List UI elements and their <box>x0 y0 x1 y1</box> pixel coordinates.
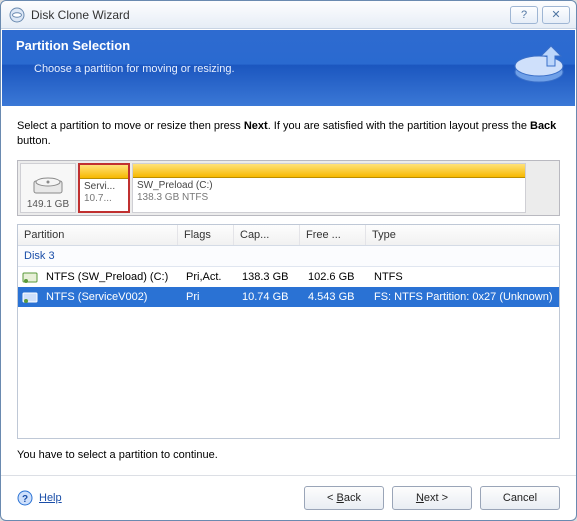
wizard-window: Disk Clone Wizard ? ✕ Partition Selectio… <box>0 0 577 521</box>
next-button[interactable]: Next > <box>392 486 472 510</box>
partition-table: Partition Flags Cap... Free ... Type Dis… <box>17 224 560 439</box>
hdd-icon <box>33 175 63 197</box>
col-flags[interactable]: Flags <box>178 225 234 245</box>
wizard-header: Partition Selection Choose a partition f… <box>2 30 575 106</box>
disk-group-row[interactable]: Disk 3 <box>18 246 559 267</box>
partition-icon <box>22 289 38 305</box>
disk-decor-icon <box>511 38 567 94</box>
back-button[interactable]: < Back <box>304 486 384 510</box>
footer-message: You have to select a partition to contin… <box>17 449 560 461</box>
button-bar: ? Help < Back Next > Cancel <box>1 475 576 520</box>
disk-icon-box[interactable]: 149.1 GB <box>20 163 76 213</box>
disk-map: 149.1 GB Servi...10.7...SW_Preload (C:)1… <box>17 160 560 216</box>
svg-text:?: ? <box>22 494 28 505</box>
col-capacity[interactable]: Cap... <box>234 225 300 245</box>
partition-icon <box>22 269 38 285</box>
col-free[interactable]: Free ... <box>300 225 366 245</box>
app-icon <box>9 7 25 23</box>
instruction-text: Select a partition to move or resize the… <box>17 119 560 150</box>
help-link[interactable]: ? Help <box>17 490 62 506</box>
table-row[interactable]: NTFS (ServiceV002)Pri10.74 GB4.543 GBFS:… <box>18 287 559 307</box>
table-header: Partition Flags Cap... Free ... Type <box>18 225 559 246</box>
col-type[interactable]: Type <box>366 225 559 245</box>
partition-box-1[interactable]: SW_Preload (C:)138.3 GB NTFS <box>132 163 526 213</box>
partition-box-0[interactable]: Servi...10.7... <box>78 163 130 213</box>
close-window-button[interactable]: ✕ <box>542 6 570 24</box>
window-title: Disk Clone Wizard <box>31 8 510 22</box>
col-partition[interactable]: Partition <box>18 225 178 245</box>
cancel-button[interactable]: Cancel <box>480 486 560 510</box>
page-subtitle: Choose a partition for moving or resizin… <box>16 63 561 75</box>
disk-size: 149.1 GB <box>27 199 69 210</box>
titlebar: Disk Clone Wizard ? ✕ <box>1 1 576 29</box>
help-icon: ? <box>17 490 33 506</box>
page-title: Partition Selection <box>16 38 561 53</box>
table-row[interactable]: NTFS (SW_Preload) (C:)Pri,Act.138.3 GB10… <box>18 267 559 287</box>
help-window-button[interactable]: ? <box>510 6 538 24</box>
